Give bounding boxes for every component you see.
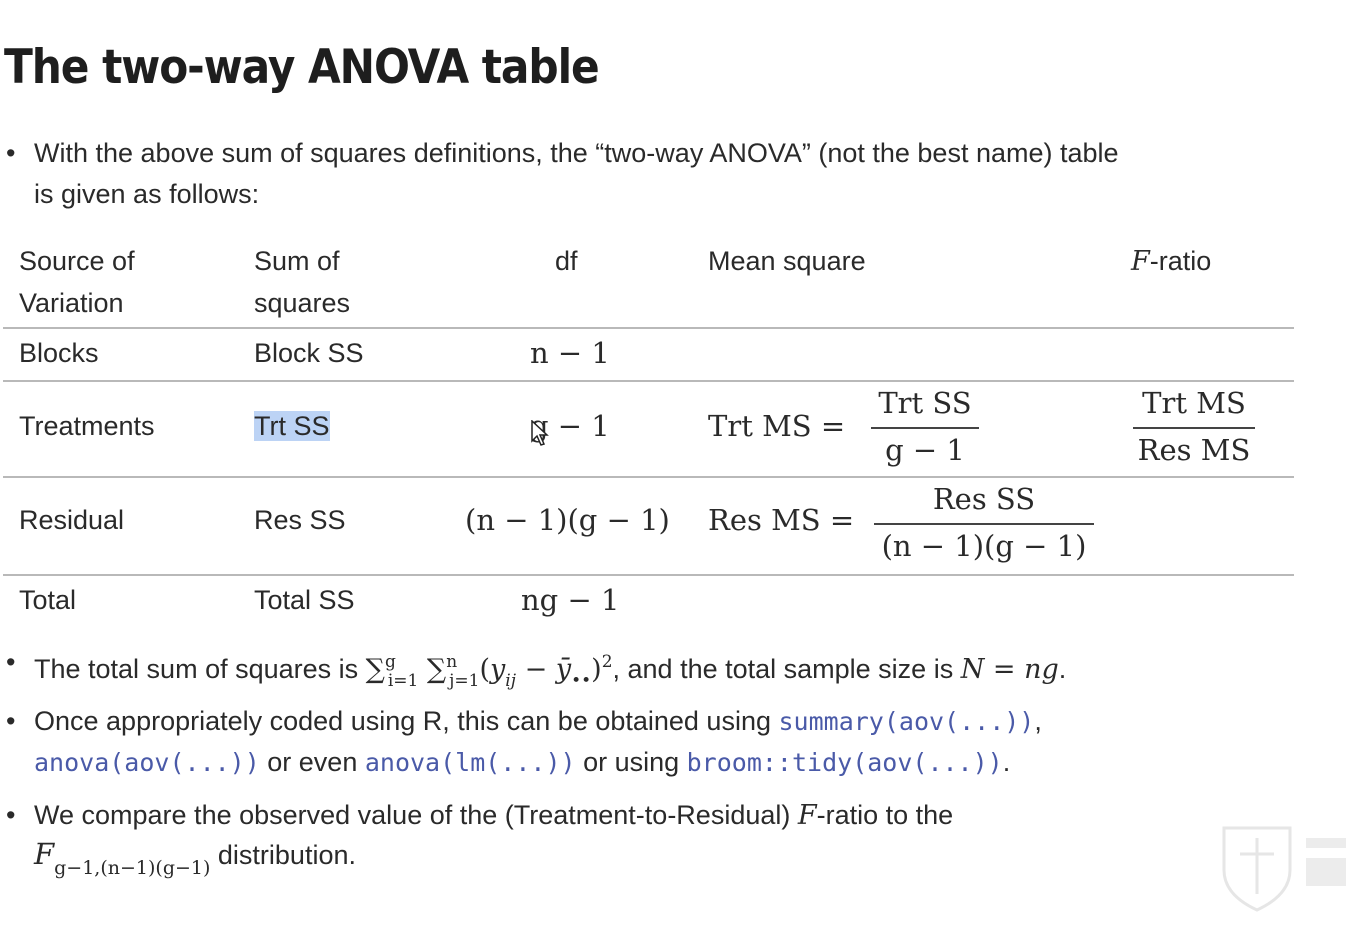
- bullet-r-code-line-2: anova(aov(...)) or even anova(lm(...)) o…: [34, 742, 1010, 783]
- fraction-bar: [1133, 427, 1255, 429]
- mouse-cursor-icon: [531, 420, 549, 446]
- row-treatments-ms-fraction: Trt SS g − 1: [871, 383, 979, 470]
- row-residual-ss: Res SS: [254, 505, 346, 535]
- fraction-bar: [874, 523, 1094, 525]
- ms-res-denominator: (n − 1)(g − 1): [881, 529, 1087, 563]
- code-summary-aov: summary(aov(...)): [778, 707, 1035, 736]
- row-residual-ms-label: Res MS =: [708, 503, 855, 537]
- bullet-f-post: -ratio to the: [816, 800, 954, 830]
- intro-line-1: With the above sum of squares definition…: [34, 138, 1119, 168]
- bullet-f-pre: We compare the observed value of the (Tr…: [34, 800, 798, 830]
- bullet-r-code-pre: Once appropriately coded using R, this c…: [34, 706, 779, 736]
- bullet-total-ss-text: The total sum of squares is ∑gi=1 ∑nj=1(…: [34, 642, 1066, 702]
- header-source-line-1: Source of: [19, 246, 135, 276]
- header-f-ratio: F-ratio: [1131, 240, 1211, 283]
- header-ss-line-2: squares: [254, 288, 351, 318]
- fraction-bar: [871, 427, 979, 429]
- code-broom-tidy: broom::tidy(aov(...)): [686, 748, 1003, 777]
- bullet-total-ss-pre: The total sum of squares is: [34, 654, 366, 684]
- f-dist-subscript: g−1,(n−1)(g−1): [54, 857, 211, 879]
- table-rule-residual: [3, 574, 1294, 576]
- header-source-line-2: Variation: [19, 288, 124, 318]
- row-treatments-ms-label: Trt MS =: [708, 409, 846, 443]
- university-crest-icon: [1222, 826, 1346, 912]
- row-total-source: Total: [19, 585, 77, 615]
- header-mean-square: Mean square: [708, 246, 866, 276]
- bullet-f-line-2: Fg−1,(n−1)(g−1) distribution.: [34, 834, 356, 889]
- table-rule-header: [3, 327, 1294, 329]
- text-or-using: or using: [575, 747, 687, 777]
- bullet-f-line-1: We compare the observed value of the (Tr…: [34, 795, 953, 836]
- bullet-dot: •: [6, 138, 16, 168]
- f-denominator: Res MS: [1137, 433, 1251, 467]
- bullet-dot: •: [6, 706, 16, 736]
- total-ss-formula: ∑gi=1 ∑nj=1(yij − ȳ••)2: [365, 652, 613, 691]
- text-or-even: or even: [259, 747, 365, 777]
- row-blocks-df: n − 1: [530, 336, 610, 370]
- ms-res-numerator: Res SS: [932, 482, 1036, 516]
- row-total-ss: Total SS: [254, 585, 355, 615]
- header-df: df: [555, 246, 578, 276]
- slide: The two-way ANOVA table • With the above…: [0, 0, 1356, 937]
- bullet-f-end: distribution.: [210, 840, 356, 870]
- row-total-df: ng − 1: [521, 583, 620, 617]
- ms-trt-denominator: g − 1: [885, 433, 965, 467]
- f-symbol: F: [797, 800, 817, 831]
- bullet-total-ss-post: , and the total sample size is: [612, 654, 961, 684]
- header-ss-line-1: Sum of: [254, 246, 340, 276]
- row-residual-df: (n − 1)(g − 1): [465, 503, 670, 537]
- sample-size-formula: N = ng: [960, 654, 1059, 685]
- row-blocks-source: Blocks: [19, 338, 99, 368]
- f-dist-symbol: F: [34, 837, 55, 871]
- header-f-symbol: F: [1131, 246, 1150, 277]
- code-anova-aov: anova(aov(...)): [34, 748, 260, 777]
- table-rule-treatments: [3, 476, 1294, 478]
- row-treatments-f-fraction: Trt MS Res MS: [1133, 383, 1255, 470]
- bullet-dot: •: [6, 647, 16, 677]
- header-f-text: -ratio: [1149, 246, 1212, 276]
- comma: ,: [1034, 706, 1042, 736]
- bullet-r-code-line-1: Once appropriately coded using R, this c…: [34, 701, 1042, 742]
- header-sum-of-squares: Sum of squares: [254, 240, 350, 324]
- bullet-dot: •: [6, 800, 16, 830]
- selected-text-trt-ss[interactable]: Trt SS: [254, 411, 330, 441]
- ms-trt-numerator: Trt SS: [878, 386, 972, 420]
- table-rule-blocks: [3, 380, 1294, 382]
- period: .: [1002, 747, 1011, 777]
- period: .: [1058, 654, 1067, 684]
- row-residual-source: Residual: [19, 505, 125, 535]
- slide-title: The two-way ANOVA table: [4, 40, 600, 95]
- header-source: Source of Variation: [19, 240, 135, 324]
- row-residual-ms-fraction: Res SS (n − 1)(g − 1): [874, 479, 1094, 566]
- row-treatments-ss[interactable]: Trt SS: [254, 411, 330, 442]
- code-anova-lm: anova(lm(...)): [364, 748, 576, 777]
- intro-line-2: is given as follows:: [34, 179, 260, 209]
- f-numerator: Trt MS: [1142, 386, 1246, 420]
- row-blocks-ss: Block SS: [254, 338, 364, 368]
- row-treatments-source: Treatments: [19, 411, 155, 441]
